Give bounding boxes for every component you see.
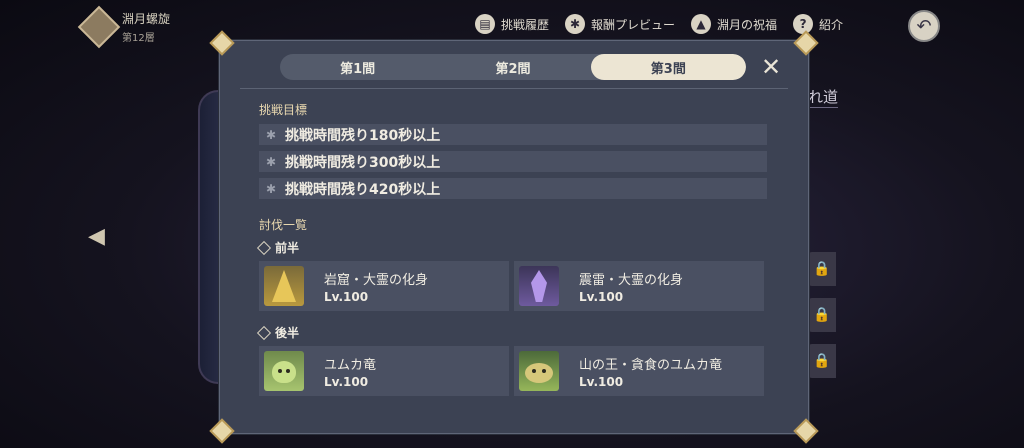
lock-icon: 🔒 bbox=[808, 344, 836, 378]
book-icon: ▤ bbox=[475, 14, 495, 34]
back-button[interactable]: ↶ bbox=[908, 10, 940, 42]
introduction-label: 紹介 bbox=[819, 17, 844, 32]
background-path-text: れ道 bbox=[808, 88, 839, 108]
enemy-card[interactable]: 岩窟・大霊の化身 Lv.100 bbox=[259, 261, 509, 311]
tab-chamber-3[interactable]: 第3間 bbox=[590, 54, 746, 80]
enemy-list-heading: 討伐一覧 bbox=[259, 218, 308, 232]
yumkasaur-king-portrait-icon bbox=[519, 351, 559, 391]
diamond-icon bbox=[256, 325, 272, 340]
blessing-label: 淵月の祝福 bbox=[717, 17, 778, 32]
top-actions: ▤ 挑戦履歴 ✱ 報酬プレビュー ▲ 淵月の祝福 ? 紹介 bbox=[475, 14, 843, 34]
reward-icon: ✱ bbox=[565, 14, 586, 34]
corner-ornament-icon bbox=[796, 421, 816, 441]
chamber-tabs: 第1間 第2間 第3間 bbox=[280, 54, 746, 80]
enemy-name: 震雷・大霊の化身 bbox=[579, 272, 684, 288]
spiral-abyss-brand: 淵月螺旋 第12層 bbox=[77, 5, 171, 49]
back-arrow-icon: ↶ bbox=[916, 15, 932, 37]
enemy-level: Lv.100 bbox=[324, 374, 369, 389]
goal-row: ✱ 挑戦時間残り300秒以上 bbox=[259, 151, 767, 172]
challenge-history-button[interactable]: ▤ 挑戦履歴 bbox=[475, 14, 549, 34]
chamber-detail-panel: 第1間 第2間 第3間 ✕ 挑戦目標 ✱ 挑戦時間残り180秒以上 ✱ 挑戦時間… bbox=[212, 33, 816, 441]
corner-ornament-icon bbox=[212, 421, 232, 441]
reward-preview-label: 報酬プレビュー bbox=[591, 17, 676, 32]
challenge-history-label: 挑戦履歴 bbox=[501, 17, 550, 32]
close-icon: ✕ bbox=[760, 53, 782, 81]
first-half-label: 前半 bbox=[256, 239, 300, 256]
enemy-name: ユムカ竜 bbox=[324, 357, 377, 373]
electro-spirit-portrait-icon bbox=[519, 266, 559, 306]
close-button[interactable]: ✕ bbox=[757, 53, 785, 81]
blessing-button[interactable]: ▲ 淵月の祝福 bbox=[691, 14, 777, 34]
star-icon: ✱ bbox=[265, 154, 277, 169]
floor-label: 第12層 bbox=[122, 33, 155, 44]
goal-text: 挑戦時間残り420秒以上 bbox=[285, 181, 441, 198]
challenge-goals-heading: 挑戦目標 bbox=[259, 103, 308, 117]
diamond-icon bbox=[256, 240, 272, 255]
enemy-level: Lv.100 bbox=[579, 289, 624, 304]
help-icon: ? bbox=[793, 14, 814, 34]
enemy-level: Lv.100 bbox=[324, 289, 369, 304]
reward-preview-button[interactable]: ✱ 報酬プレビュー bbox=[565, 14, 675, 34]
introduction-button[interactable]: ? 紹介 bbox=[793, 14, 843, 34]
goal-text: 挑戦時間残り180秒以上 bbox=[285, 127, 441, 144]
star-icon: ✱ bbox=[265, 127, 277, 142]
tab-chamber-2[interactable]: 第2間 bbox=[435, 54, 590, 80]
goal-row: ✱ 挑戦時間残り180秒以上 bbox=[259, 124, 767, 145]
blessing-icon: ▲ bbox=[691, 14, 712, 34]
enemy-card[interactable]: ユムカ竜 Lv.100 bbox=[259, 346, 509, 396]
enemy-name: 山の王・貪食のユムカ竜 bbox=[579, 357, 723, 373]
goal-text: 挑戦時間残り300秒以上 bbox=[285, 154, 441, 171]
enemy-name: 岩窟・大霊の化身 bbox=[324, 272, 429, 288]
tab-chamber-1[interactable]: 第1間 bbox=[280, 54, 435, 80]
previous-chamber-arrow-icon[interactable]: ◀ bbox=[88, 224, 105, 249]
yumkasaur-portrait-icon bbox=[264, 351, 304, 391]
lock-icon: 🔒 bbox=[808, 252, 836, 286]
lock-icon: 🔒 bbox=[808, 298, 836, 332]
first-half-text: 前半 bbox=[275, 241, 300, 255]
enemy-level: Lv.100 bbox=[579, 374, 624, 389]
abyss-emblem-icon bbox=[77, 5, 121, 49]
goal-row: ✱ 挑戦時間残り420秒以上 bbox=[259, 178, 767, 199]
enemy-card[interactable]: 震雷・大霊の化身 Lv.100 bbox=[514, 261, 764, 311]
mode-title: 淵月螺旋 bbox=[122, 12, 171, 26]
second-half-text: 後半 bbox=[275, 326, 300, 340]
rock-spirit-portrait-icon bbox=[264, 266, 304, 306]
enemy-card[interactable]: 山の王・貪食のユムカ竜 Lv.100 bbox=[514, 346, 764, 396]
star-icon: ✱ bbox=[265, 181, 277, 196]
second-half-label: 後半 bbox=[256, 324, 300, 341]
divider bbox=[240, 88, 788, 89]
